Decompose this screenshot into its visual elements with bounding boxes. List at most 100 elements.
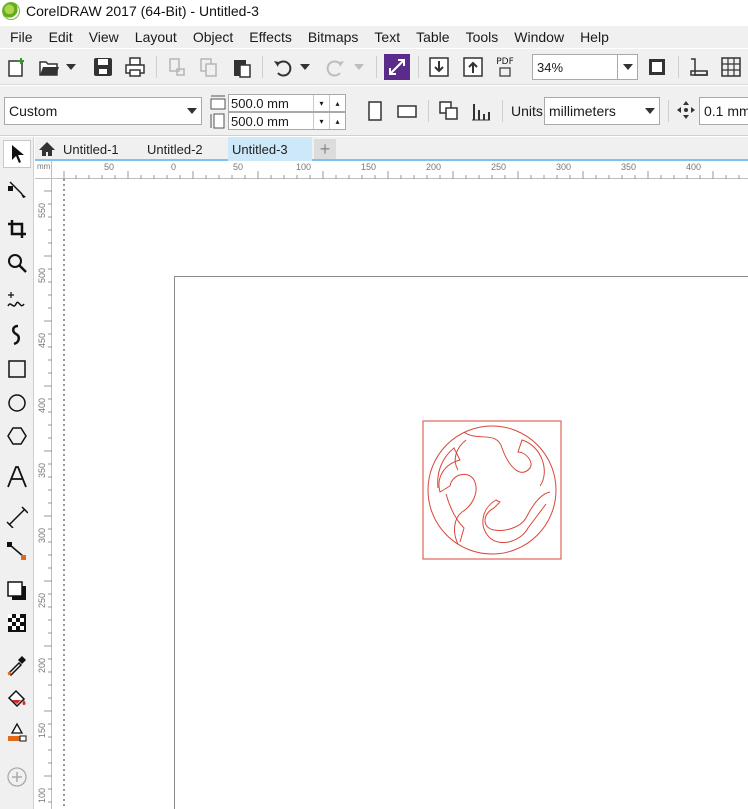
rectangle-tool-icon[interactable]	[3, 355, 31, 383]
menu-layout[interactable]: Layout	[127, 29, 185, 45]
undo-dropdown-icon[interactable]	[296, 54, 314, 80]
page-width-value: 500.0 mm	[231, 95, 289, 111]
polygon-tool-icon[interactable]	[3, 422, 31, 450]
export-icon[interactable]	[460, 54, 486, 80]
open-dropdown-icon[interactable]	[62, 54, 80, 80]
paste-icon[interactable]	[229, 54, 255, 80]
undo-icon[interactable]	[270, 54, 296, 80]
cutout-path[interactable]	[454, 439, 467, 471]
menu-help[interactable]: Help	[572, 29, 617, 45]
ruler-origin[interactable]: mm	[35, 161, 52, 179]
interactive-fill-icon[interactable]	[3, 685, 31, 713]
tab-untitled-3[interactable]: Untitled-3	[228, 137, 312, 161]
ruler-label: 150	[37, 722, 47, 738]
publish-pdf-icon[interactable]: PDF	[492, 54, 518, 80]
units-select[interactable]: millimeters	[544, 97, 660, 125]
drop-shadow-icon[interactable]	[3, 577, 31, 605]
horizontal-ruler[interactable]	[35, 161, 748, 179]
chevron-down-icon[interactable]: ▾	[313, 113, 329, 129]
page-width-field[interactable]: 500.0 mm ▾ ▴	[228, 94, 346, 112]
tab-label: Untitled-1	[63, 141, 119, 157]
show-rulers-icon[interactable]	[686, 54, 712, 80]
tab-untitled-2[interactable]: Untitled-2	[143, 137, 227, 161]
dimension-tool-icon[interactable]	[3, 503, 31, 531]
color-eyedropper-icon[interactable]	[3, 651, 31, 679]
page-size-select[interactable]: Custom	[4, 97, 202, 125]
menu-file[interactable]: File	[0, 29, 41, 45]
menu-text[interactable]: Text	[366, 29, 408, 45]
cut-icon[interactable]	[164, 54, 190, 80]
document-tabs: Untitled-1 Untitled-2 Untitled-3 +	[35, 137, 748, 161]
add-tool-icon[interactable]	[3, 763, 31, 791]
chevron-down-icon[interactable]: ▾	[313, 95, 329, 111]
smart-fill-icon[interactable]	[3, 718, 31, 746]
toolbar-separator	[156, 56, 157, 78]
toolbar-separator	[376, 56, 377, 78]
coreldraw-logo-icon	[2, 2, 20, 20]
chevron-down-icon[interactable]	[617, 55, 637, 79]
nudge-distance-field[interactable]: 0.1 mm	[699, 97, 748, 125]
menu-view[interactable]: View	[81, 29, 127, 45]
redo-dropdown-icon[interactable]	[350, 54, 368, 80]
new-tab-plus-icon[interactable]: +	[314, 139, 336, 159]
menu-bar: File Edit View Layout Object Effects Bit…	[0, 26, 748, 48]
ruler-label: 200	[426, 162, 442, 172]
drawing-object[interactable]	[422, 420, 562, 560]
zoom-level-combo[interactable]: 34%	[532, 54, 638, 80]
outer-circle[interactable]	[427, 425, 557, 555]
spin-up-icon[interactable]: ▴	[329, 95, 345, 111]
toolbar-separator	[668, 100, 669, 122]
ellipse-tool-icon[interactable]	[3, 389, 31, 417]
menu-effects[interactable]: Effects	[241, 29, 300, 45]
chevron-down-icon[interactable]	[183, 108, 201, 114]
menu-window[interactable]: Window	[506, 29, 572, 45]
toolbar-separator	[678, 56, 679, 78]
nudge-distance-value: 0.1 mm	[704, 103, 748, 119]
connector-tool-icon[interactable]	[3, 537, 31, 565]
transparency-icon[interactable]	[3, 609, 31, 637]
show-grid-icon[interactable]	[718, 54, 744, 80]
toolbar-separator	[418, 56, 419, 78]
spin-up-icon[interactable]: ▴	[329, 113, 345, 129]
toolbar-separator	[428, 100, 429, 122]
redo-icon[interactable]	[322, 54, 348, 80]
portrait-icon[interactable]	[362, 98, 388, 124]
text-tool-icon[interactable]	[3, 463, 31, 491]
tab-untitled-1[interactable]: Untitled-1	[59, 137, 143, 161]
ruler-label: 50	[233, 162, 244, 172]
menu-tools[interactable]: Tools	[458, 29, 507, 45]
search-content-icon[interactable]	[384, 54, 410, 80]
freehand-tool-icon[interactable]	[3, 287, 31, 315]
window-title: CorelDRAW 2017 (64-Bit) - Untitled-3	[26, 3, 259, 19]
landscape-icon[interactable]	[394, 98, 420, 124]
shape-tool-icon[interactable]	[3, 175, 31, 203]
open-icon[interactable]	[36, 54, 62, 80]
cutout-path[interactable]	[437, 447, 477, 545]
menu-edit[interactable]: Edit	[41, 29, 81, 45]
copy-icon[interactable]	[196, 54, 222, 80]
units-value: millimeters	[549, 103, 616, 119]
print-icon[interactable]	[122, 54, 148, 80]
title-bar: CorelDRAW 2017 (64-Bit) - Untitled-3	[0, 0, 748, 22]
full-screen-preview-icon[interactable]	[644, 54, 670, 80]
save-icon[interactable]	[90, 54, 116, 80]
toolbox	[0, 137, 34, 809]
welcome-screen-home-icon[interactable]	[35, 137, 59, 161]
page-height-field[interactable]: 500.0 mm ▾ ▴	[228, 112, 346, 130]
cutout-path[interactable]	[482, 491, 551, 543]
page-height-icon	[210, 113, 226, 132]
new-document-icon[interactable]	[4, 54, 30, 80]
pick-tool-icon[interactable]	[3, 140, 31, 168]
menu-object[interactable]: Object	[185, 29, 241, 45]
current-page-icon[interactable]	[468, 98, 494, 124]
zoom-level-value: 34%	[537, 59, 564, 75]
artistic-media-icon[interactable]	[3, 321, 31, 349]
zoom-tool-icon[interactable]	[3, 249, 31, 277]
all-pages-icon[interactable]	[436, 98, 462, 124]
chevron-down-icon[interactable]	[641, 108, 659, 114]
menu-table[interactable]: Table	[408, 29, 457, 45]
crop-tool-icon[interactable]	[3, 215, 31, 243]
menu-bitmaps[interactable]: Bitmaps	[300, 29, 367, 45]
import-icon[interactable]	[426, 54, 452, 80]
tab-label: Untitled-2	[147, 141, 203, 157]
